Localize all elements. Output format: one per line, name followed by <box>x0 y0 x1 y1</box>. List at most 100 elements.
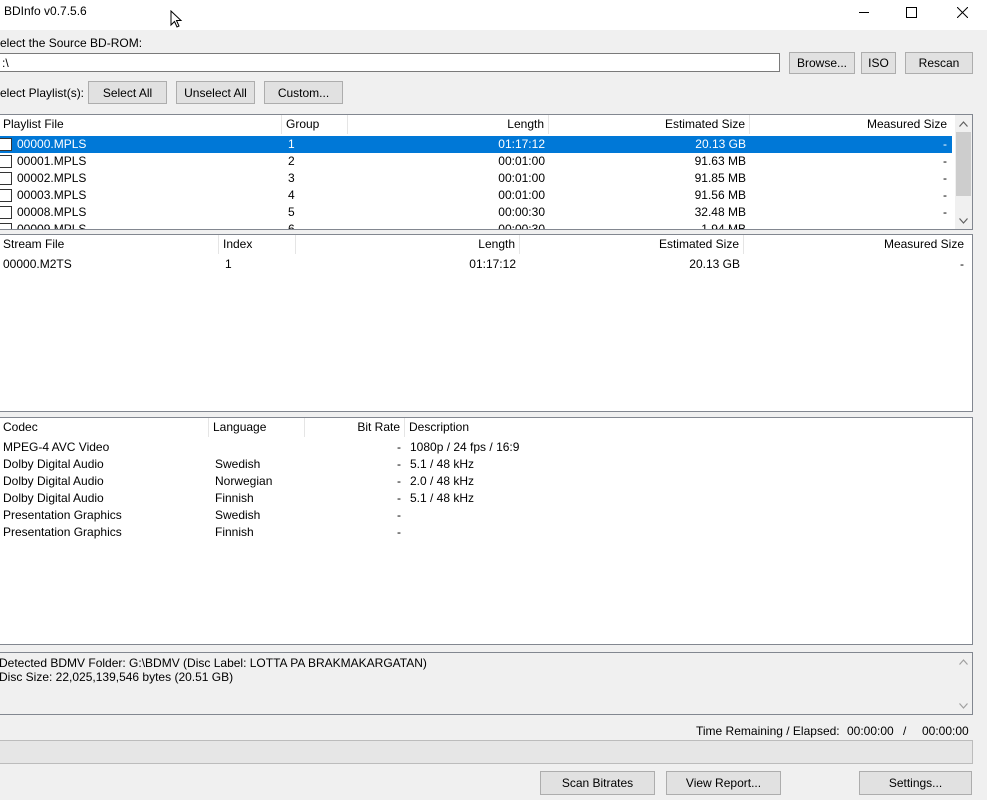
codec-bit-rate: - <box>397 440 401 454</box>
codec-description <box>406 524 966 541</box>
codec-row[interactable]: Presentation Graphics Swedish - <box>0 507 972 524</box>
playlist-select-label: elect Playlist(s): <box>0 86 85 100</box>
playlist-file: 00000.MPLS <box>17 137 87 151</box>
playlist-file: 00003.MPLS <box>17 188 87 202</box>
stream-row[interactable]: 00000.M2TS 1 01:17:12 20.13 GB - <box>0 256 972 273</box>
column-header-measured-size[interactable]: Measured Size <box>750 115 951 134</box>
column-header-length[interactable]: Length <box>348 115 549 134</box>
codec-description: 5.1 / 48 kHz <box>410 491 475 505</box>
scan-bitrates-button[interactable]: Scan Bitrates <box>540 771 655 795</box>
playlist-length: 01:17:12 <box>498 137 545 151</box>
close-icon <box>956 6 968 18</box>
column-header-stream-file[interactable]: Stream File <box>0 235 219 254</box>
codec-name: Dolby Digital Audio <box>3 457 104 471</box>
column-header-codec[interactable]: Codec <box>0 418 209 437</box>
playlist-estimated-size: 1.94 MB <box>701 222 746 230</box>
column-header-length[interactable]: Length <box>296 235 520 254</box>
stream-file: 00000.M2TS <box>3 257 72 271</box>
column-header-estimated-size[interactable]: Estimated Size <box>520 235 744 254</box>
playlist-list[interactable]: Playlist File Group Length Estimated Siz… <box>0 114 973 230</box>
view-report-button[interactable]: View Report... <box>666 771 781 795</box>
playlist-row[interactable]: 00008.MPLS 5 00:00:30 32.48 MB - <box>0 204 952 221</box>
codec-name: Dolby Digital Audio <box>3 491 104 505</box>
codec-row[interactable]: Dolby Digital Audio Norwegian - 2.0 / 48… <box>0 473 972 490</box>
playlist-length: 00:00:30 <box>498 222 545 230</box>
column-header-index[interactable]: Index <box>219 235 296 254</box>
browse-button[interactable]: Browse... <box>789 52 855 74</box>
codec-language: Swedish <box>215 508 261 522</box>
chevron-up-icon <box>959 658 968 665</box>
stream-measured-size: - <box>960 257 964 271</box>
codec-bit-rate: - <box>397 491 401 505</box>
scroll-up-button[interactable] <box>955 115 972 132</box>
playlist-group: 2 <box>288 154 295 168</box>
codec-row[interactable]: Presentation Graphics Finnish - <box>0 524 972 541</box>
playlist-estimated-size: 91.63 MB <box>694 154 746 168</box>
maximize-button[interactable] <box>888 0 934 24</box>
playlist-estimated-size: 91.56 MB <box>694 188 746 202</box>
playlist-length: 00:01:00 <box>498 154 545 168</box>
stream-header: Stream File Index Length Estimated Size … <box>0 235 972 254</box>
column-header-estimated-size[interactable]: Estimated Size <box>549 115 750 134</box>
playlist-file: 00002.MPLS <box>17 171 87 185</box>
codec-row[interactable]: MPEG-4 AVC Video - 1080p / 24 fps / 16:9 <box>0 439 972 456</box>
codec-name: Presentation Graphics <box>3 525 122 539</box>
codec-bit-rate: - <box>397 525 401 539</box>
time-separator: / <box>903 724 907 738</box>
codec-row[interactable]: Dolby Digital Audio Finnish - 5.1 / 48 k… <box>0 490 972 507</box>
iso-button[interactable]: ISO <box>861 52 896 74</box>
playlist-row[interactable]: 00009.MPLS 6 00:00:30 1.94 MB - <box>0 221 952 230</box>
rescan-button[interactable]: Rescan <box>905 52 973 74</box>
playlist-row[interactable]: 00002.MPLS 3 00:01:00 91.85 MB - <box>0 170 952 187</box>
column-header-bit-rate[interactable]: Bit Rate <box>305 418 405 437</box>
playlist-measured-size: - <box>943 205 947 219</box>
playlist-checkbox[interactable] <box>0 172 12 185</box>
info-textarea[interactable]: Detected BDMV Folder: G:\BDMV (Disc Labe… <box>0 652 973 715</box>
column-header-language[interactable]: Language <box>209 418 305 437</box>
settings-button[interactable]: Settings... <box>859 771 972 795</box>
playlist-row[interactable]: 00001.MPLS 2 00:01:00 91.63 MB - <box>0 153 952 170</box>
info-scrollbar[interactable] <box>955 653 972 714</box>
codec-row[interactable]: Dolby Digital Audio Swedish - 5.1 / 48 k… <box>0 456 972 473</box>
playlist-checkbox[interactable] <box>0 223 12 229</box>
playlist-checkbox[interactable] <box>0 189 12 202</box>
codec-language <box>211 439 305 456</box>
playlist-row[interactable]: 00000.MPLS 1 01:17:12 20.13 GB - <box>0 136 952 153</box>
select-all-button[interactable]: Select All <box>88 81 167 104</box>
mouse-pointer-icon <box>170 10 183 28</box>
scroll-up-button[interactable] <box>955 653 972 670</box>
playlist-group: 4 <box>288 188 295 202</box>
codec-bit-rate: - <box>397 508 401 522</box>
playlist-measured-size: - <box>943 154 947 168</box>
playlist-scrollbar[interactable] <box>955 115 972 229</box>
chevron-up-icon <box>959 120 968 127</box>
codec-list[interactable]: Codec Language Bit Rate Description MPEG… <box>0 417 973 645</box>
source-label: elect the Source BD-ROM: <box>0 36 143 50</box>
column-header-description[interactable]: Description <box>405 418 972 437</box>
scroll-thumb[interactable] <box>956 132 971 196</box>
unselect-all-button[interactable]: Unselect All <box>176 81 255 104</box>
codec-name: Dolby Digital Audio <box>3 474 104 488</box>
column-header-playlist-file[interactable]: Playlist File <box>0 115 282 134</box>
source-path-input[interactable]: :\ <box>0 53 780 72</box>
close-button[interactable] <box>939 0 985 24</box>
playlist-checkbox[interactable] <box>0 206 12 219</box>
codec-description: 5.1 / 48 kHz <box>410 457 475 471</box>
scroll-down-button[interactable] <box>955 697 972 714</box>
title-bar: BDInfo v0.7.5.6 <box>0 0 987 30</box>
minimize-button[interactable] <box>841 0 887 24</box>
playlist-group: 1 <box>288 137 295 151</box>
playlist-row[interactable]: 00003.MPLS 4 00:01:00 91.56 MB - <box>0 187 952 204</box>
stream-file-list[interactable]: Stream File Index Length Estimated Size … <box>0 234 973 412</box>
playlist-checkbox[interactable] <box>0 138 12 151</box>
scroll-down-button[interactable] <box>955 212 972 229</box>
playlist-checkbox[interactable] <box>0 155 12 168</box>
playlist-file: 00009.MPLS <box>17 222 87 230</box>
column-header-group[interactable]: Group <box>282 115 348 134</box>
codec-description: 1080p / 24 fps / 16:9 <box>410 440 520 454</box>
playlist-estimated-size: 91.85 MB <box>694 171 746 185</box>
column-header-measured-size[interactable]: Measured Size <box>744 235 968 254</box>
custom-button[interactable]: Custom... <box>264 81 343 104</box>
chevron-down-icon <box>959 702 968 709</box>
info-line-detected-folder: Detected BDMV Folder: G:\BDMV (Disc Labe… <box>0 656 427 670</box>
